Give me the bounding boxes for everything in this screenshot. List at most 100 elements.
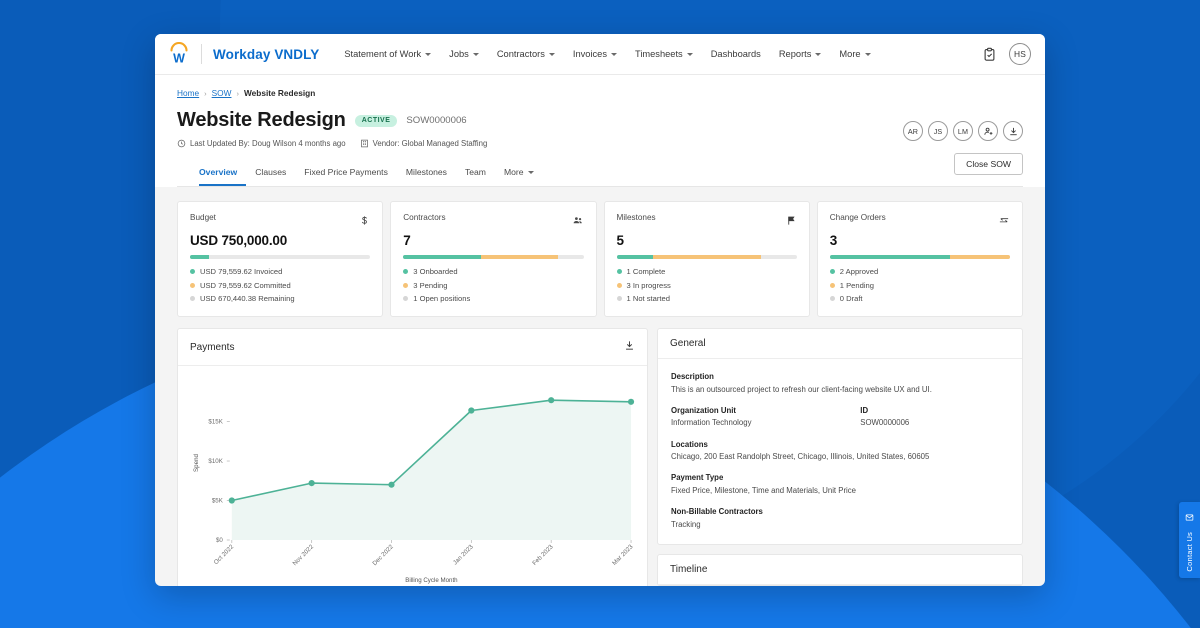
nav-item-statement-of-work[interactable]: Statement of Work [335, 45, 440, 63]
workday-logo-icon[interactable]: W [167, 42, 191, 66]
card-value: USD 750,000.00 [190, 233, 370, 248]
breadcrumb-separator: › [236, 89, 239, 98]
nav-item-jobs[interactable]: Jobs [440, 45, 488, 63]
avatar-initials: HS [1014, 49, 1026, 59]
avatar-js[interactable]: JS [928, 121, 948, 141]
legend-text: 2 Approved [840, 267, 878, 276]
summary-cards-row: Budget USD 750,000.00 USD 79,559.62 Invo… [177, 201, 1023, 317]
field-value: SOW0000006 [860, 417, 1009, 428]
field-organization-unit: Organization Unit Information Technology [671, 406, 860, 429]
chevron-down-icon [815, 53, 821, 56]
nav-item-label: Contractors [497, 49, 545, 59]
field-id: ID SOW0000006 [860, 406, 1009, 429]
nav-item-label: Timesheets [635, 49, 683, 59]
legend-text: USD 79,559.62 Invoiced [200, 267, 282, 276]
legend-text: 3 Onboarded [413, 267, 457, 276]
card-value: 7 [403, 233, 583, 248]
y-axis-tick-label: $15K [208, 419, 223, 426]
nav-item-dashboards[interactable]: Dashboards [702, 45, 770, 63]
field-value: Fixed Price, Milestone, Time and Materia… [671, 485, 1009, 496]
tab-milestones[interactable]: Milestones [397, 160, 456, 186]
nav-item-contractors[interactable]: Contractors [488, 45, 564, 63]
breadcrumb-sow[interactable]: SOW [212, 88, 232, 98]
clipboard-check-icon[interactable] [982, 47, 997, 62]
nav-item-more[interactable]: More [830, 45, 879, 63]
legend-dot [617, 296, 622, 301]
legend-item: USD 79,559.62 Committed [190, 281, 370, 290]
legend-text: 3 Pending [413, 281, 447, 290]
tab-fixed-price-payments[interactable]: Fixed Price Payments [295, 160, 397, 186]
field-label: Organization Unit [671, 406, 860, 415]
download-icon[interactable] [1003, 121, 1023, 141]
legend-text: 1 Open positions [413, 294, 470, 303]
field-label: Description [671, 372, 1009, 381]
card-legend: 2 Approved 1 Pending 0 Draft [830, 267, 1010, 303]
chevron-down-icon [611, 53, 617, 56]
close-sow-button[interactable]: Close SOW [954, 153, 1023, 175]
x-axis-tick-label: Feb 2023 [531, 543, 555, 567]
contractors-card: Contractors 7 3 Onboarded 3 Pending 1 Op… [390, 201, 596, 317]
nav-items: Statement of Work Jobs Contractors Invoi… [335, 45, 879, 63]
tab-clauses[interactable]: Clauses [246, 160, 295, 186]
header-actions: AR JS LM [903, 121, 1023, 141]
page-title: Website Redesign [177, 109, 346, 132]
nav-item-label: Invoices [573, 49, 607, 59]
vendor-text: Vendor: Global Managed Staffing [373, 139, 488, 148]
x-axis-tick-label: Mar 2023 [611, 543, 635, 567]
avatar-initials: JS [934, 127, 943, 136]
card-header: Change Orders [830, 213, 1010, 231]
chart-data-point [388, 482, 394, 488]
payments-chart: $0$5K$10K$15KOct 2022Nov 2022Dec 2022Jan… [178, 366, 647, 586]
avatar[interactable]: HS [1009, 43, 1031, 65]
legend-dot [830, 296, 835, 301]
page-header: Home › SOW › Website Redesign Website Re… [155, 75, 1045, 187]
card-legend: USD 79,559.62 Invoiced USD 79,559.62 Com… [190, 267, 370, 303]
legend-item: 3 Onboarded [403, 267, 583, 276]
field-value: Chicago, 200 East Randolph Street, Chica… [671, 451, 1009, 462]
legend-item: USD 79,559.62 Invoiced [190, 267, 370, 276]
contact-us-tab[interactable]: Contact Us [1179, 502, 1200, 578]
nav-item-label: Jobs [449, 49, 469, 59]
download-icon[interactable] [624, 338, 635, 356]
chevron-down-icon [549, 53, 555, 56]
avatar-lm[interactable]: LM [953, 121, 973, 141]
field-value: This is an outsourced project to refresh… [671, 384, 1009, 395]
avatar-ar[interactable]: AR [903, 121, 923, 141]
tab-more[interactable]: More [495, 160, 543, 186]
content-area: Budget USD 750,000.00 USD 79,559.62 Invo… [155, 187, 1045, 586]
nav-item-invoices[interactable]: Invoices [564, 45, 626, 63]
avatar-initials: LM [958, 127, 968, 136]
tab-label: Overview [199, 167, 237, 177]
nav-divider [201, 44, 202, 64]
nav-right-cluster: HS [982, 43, 1031, 65]
breadcrumb-current: Website Redesign [244, 88, 315, 98]
x-axis-tick-label: Jan 2023 [452, 543, 475, 566]
general-card: General Description This is an outsource… [657, 328, 1023, 545]
add-person-icon[interactable] [978, 121, 998, 141]
general-title: General [670, 338, 706, 349]
chart-data-point [468, 407, 474, 413]
breadcrumb: Home › SOW › Website Redesign [177, 88, 1023, 98]
payments-chart-svg: $0$5K$10K$15KOct 2022Nov 2022Dec 2022Jan… [186, 372, 639, 586]
progress-bar [830, 255, 1010, 259]
legend-item: 2 Approved [830, 267, 1010, 276]
brand-name[interactable]: Workday VNDLY [213, 47, 319, 62]
y-axis-tick-label: $5K [212, 498, 224, 505]
nav-item-reports[interactable]: Reports [770, 45, 831, 63]
last-updated-text: Last Updated By: Doug Wilson 4 months ag… [190, 139, 346, 148]
nav-item-timesheets[interactable]: Timesheets [626, 45, 702, 63]
legend-text: 0 Draft [840, 294, 863, 303]
budget-card: Budget USD 750,000.00 USD 79,559.62 Invo… [177, 201, 383, 317]
legend-dot [617, 283, 622, 288]
card-legend: 1 Complete 3 In progress 1 Not started [617, 267, 797, 303]
field-non-billable-contractors: Non-Billable Contractors Tracking [671, 507, 1009, 530]
tab-team[interactable]: Team [456, 160, 495, 186]
legend-item: 1 Complete [617, 267, 797, 276]
legend-item: 3 Pending [403, 281, 583, 290]
tab-label: Team [465, 167, 486, 177]
envelope-icon [1185, 509, 1194, 527]
building-icon [360, 139, 369, 148]
tab-overview[interactable]: Overview [199, 160, 246, 186]
legend-text: 3 In progress [627, 281, 671, 290]
breadcrumb-home[interactable]: Home [177, 88, 199, 98]
